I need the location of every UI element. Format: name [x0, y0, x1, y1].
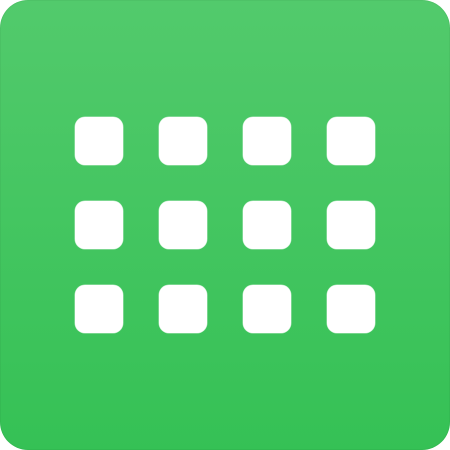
- grid-tile: [327, 117, 375, 165]
- grid-tile: [327, 285, 375, 333]
- grid-tile: [159, 201, 207, 249]
- app-grid-icon[interactable]: [0, 0, 450, 450]
- grid-tile: [75, 285, 123, 333]
- grid-tile: [75, 117, 123, 165]
- grid-tile: [243, 285, 291, 333]
- tile-grid: [75, 117, 375, 333]
- grid-tile: [159, 285, 207, 333]
- grid-tile: [159, 117, 207, 165]
- grid-tile: [75, 201, 123, 249]
- grid-tile: [327, 201, 375, 249]
- grid-tile: [243, 201, 291, 249]
- grid-tile: [243, 117, 291, 165]
